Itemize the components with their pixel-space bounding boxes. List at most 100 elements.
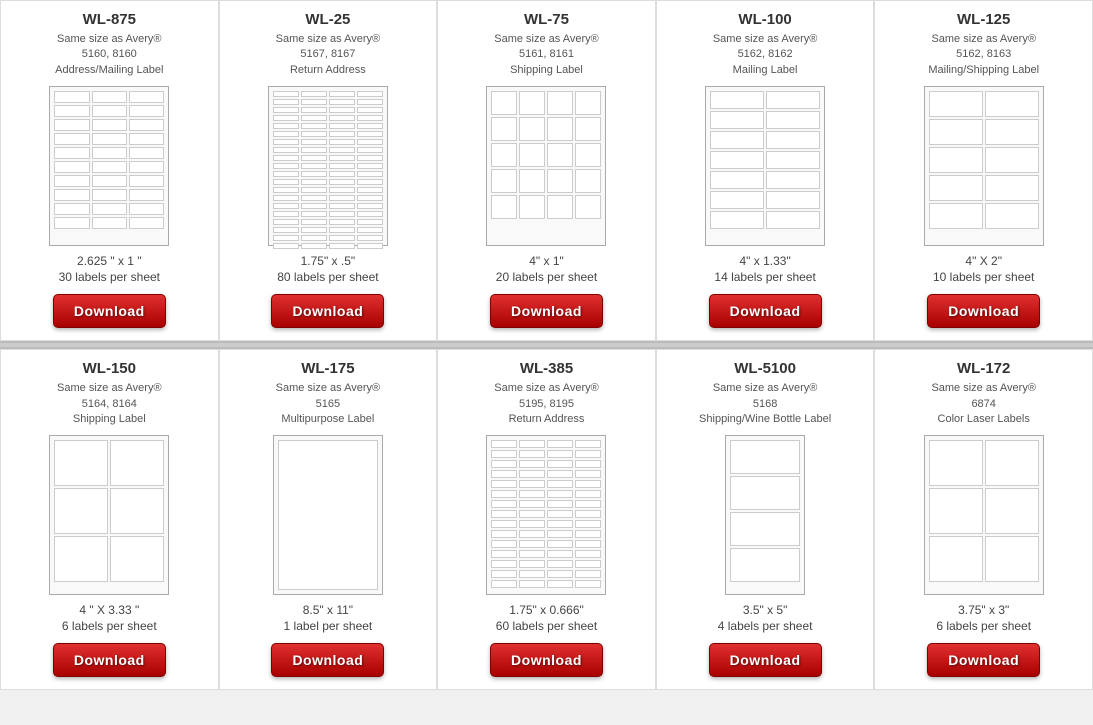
label-cell xyxy=(329,115,355,121)
download-button-wl-25[interactable]: Download xyxy=(271,294,384,328)
label-cell xyxy=(491,550,517,558)
label-cell xyxy=(273,163,299,169)
label-cell xyxy=(329,211,355,217)
label-cell xyxy=(301,115,327,121)
label-cell xyxy=(357,123,383,129)
label-cell xyxy=(929,488,983,534)
label-cell xyxy=(357,171,383,177)
label-cell xyxy=(491,440,517,448)
label-cell xyxy=(547,460,573,468)
label-cell xyxy=(301,107,327,113)
label-cell xyxy=(491,450,517,458)
label-cell xyxy=(92,147,127,159)
label-cell xyxy=(329,235,355,241)
label-cell xyxy=(357,131,383,137)
download-button-wl-172[interactable]: Download xyxy=(927,643,1040,677)
label-cell xyxy=(129,147,164,159)
label-cell xyxy=(129,133,164,145)
card-subtitle: Same size as Avery®5162, 8163Mailing/Shi… xyxy=(928,32,1039,78)
label-cell xyxy=(491,540,517,548)
label-cell xyxy=(575,510,601,518)
label-preview xyxy=(924,86,1044,246)
label-cell xyxy=(491,530,517,538)
label-cell xyxy=(357,147,383,153)
label-cell xyxy=(301,131,327,137)
download-button-wl-75[interactable]: Download xyxy=(490,294,603,328)
card-size: 1.75" x .5" xyxy=(301,254,356,268)
card-wl-175: WL-175 Same size as Avery®5165Multipurpos… xyxy=(219,349,438,690)
label-cell xyxy=(54,133,89,145)
label-cell xyxy=(547,570,573,578)
card-subtitle: Same size as Avery®5165Multipurpose Labe… xyxy=(276,381,381,427)
label-cell xyxy=(547,470,573,478)
card-count: 60 labels per sheet xyxy=(496,619,597,633)
label-cell xyxy=(329,147,355,153)
label-cell xyxy=(575,580,601,588)
label-cell xyxy=(710,131,764,149)
download-button-wl-385[interactable]: Download xyxy=(490,643,603,677)
card-subtitle: Same size as Avery®6874Color Laser Label… xyxy=(931,381,1036,427)
card-wl-75: WL-75Same size as Avery®5161, 8161Shippi… xyxy=(437,0,656,341)
label-cell xyxy=(575,490,601,498)
card-title: WL-125 xyxy=(957,11,1010,28)
label-cell xyxy=(547,550,573,558)
card-subtitle: Same size as Avery®5164, 8164Shipping La… xyxy=(57,381,162,427)
label-cell xyxy=(519,550,545,558)
label-cell xyxy=(547,169,573,193)
label-cell xyxy=(491,470,517,478)
download-button-wl-175[interactable]: Download xyxy=(271,643,384,677)
label-cell xyxy=(547,195,573,219)
card-subtitle: Same size as Avery®5167, 8167Return Addr… xyxy=(276,32,381,78)
download-button-wl-125[interactable]: Download xyxy=(927,294,1040,328)
label-cell xyxy=(730,476,800,510)
label-cell xyxy=(329,195,355,201)
label-cell xyxy=(357,179,383,185)
label-cell xyxy=(301,219,327,225)
label-cell xyxy=(54,189,89,201)
label-cell xyxy=(54,175,89,187)
label-cell xyxy=(54,119,89,131)
label-cell xyxy=(110,536,164,582)
label-cell xyxy=(929,203,983,229)
label-cell xyxy=(519,540,545,548)
label-cell xyxy=(129,161,164,173)
download-button-wl-5100[interactable]: Download xyxy=(709,643,822,677)
label-cell xyxy=(491,520,517,528)
label-cell xyxy=(519,91,545,115)
label-cell xyxy=(357,203,383,209)
label-cell xyxy=(301,123,327,129)
label-preview xyxy=(486,435,606,595)
label-cell xyxy=(329,179,355,185)
label-cell xyxy=(329,227,355,233)
label-cell xyxy=(54,91,89,103)
card-wl-172: WL-172Same size as Avery®6874Color Laser… xyxy=(874,349,1093,690)
label-cell xyxy=(929,175,983,201)
label-cell xyxy=(110,440,164,486)
label-cell xyxy=(54,105,89,117)
label-cell xyxy=(129,175,164,187)
label-cell xyxy=(357,219,383,225)
label-preview xyxy=(273,435,383,595)
label-cell xyxy=(129,91,164,103)
label-cell xyxy=(985,175,1039,201)
row-separator xyxy=(0,341,1093,349)
label-cell xyxy=(547,500,573,508)
label-cell xyxy=(92,105,127,117)
label-cell xyxy=(329,243,355,249)
label-cell xyxy=(575,570,601,578)
label-cell xyxy=(929,91,983,117)
label-cell xyxy=(54,536,108,582)
label-cell xyxy=(273,139,299,145)
label-cell xyxy=(547,117,573,141)
label-cell xyxy=(575,500,601,508)
label-cell xyxy=(273,115,299,121)
download-button-wl-100[interactable]: Download xyxy=(709,294,822,328)
main-grid: WL-875Same size as Avery®5160, 8160Addre… xyxy=(0,0,1093,690)
card-title: WL-175 xyxy=(301,360,354,377)
label-cell xyxy=(519,520,545,528)
label-cell xyxy=(357,107,383,113)
download-button-wl-875[interactable]: Download xyxy=(53,294,166,328)
label-cell xyxy=(519,570,545,578)
label-cell xyxy=(710,191,764,209)
download-button-wl-150[interactable]: Download xyxy=(53,643,166,677)
